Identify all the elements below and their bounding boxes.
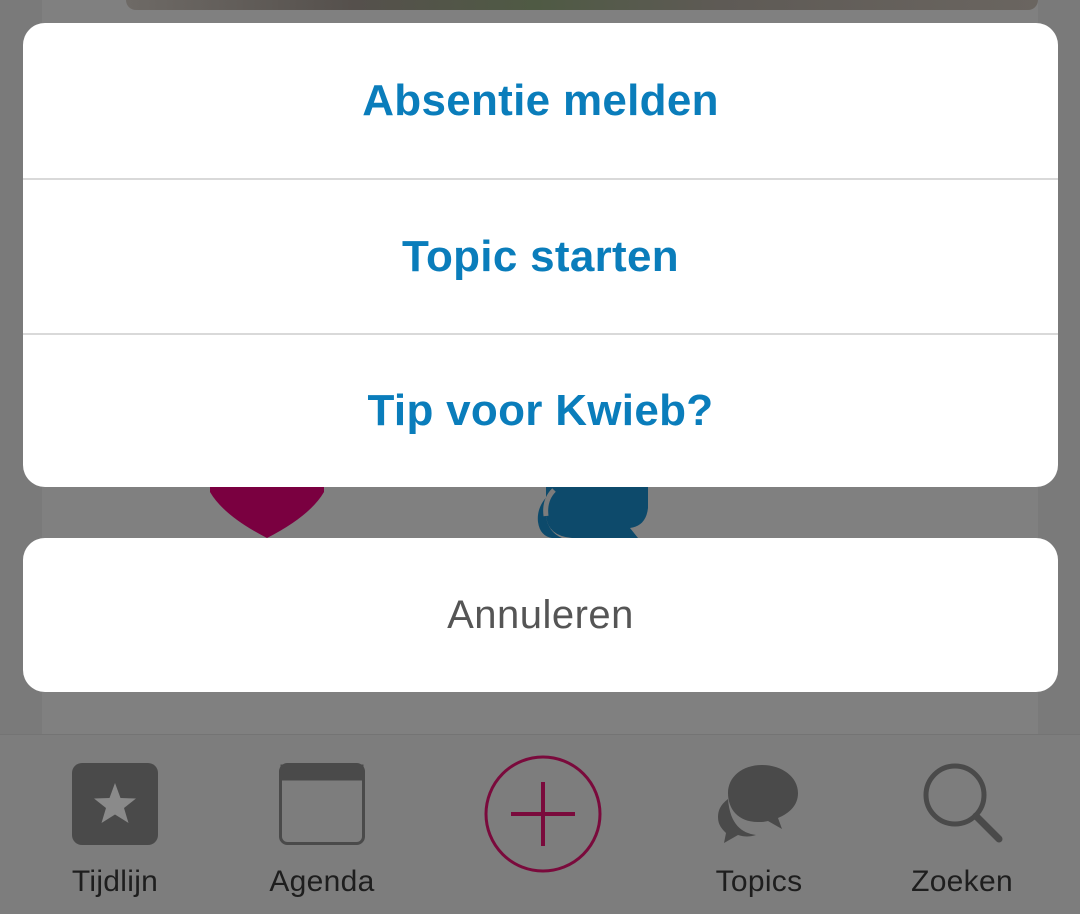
comment-icon bbox=[532, 486, 650, 538]
heart-icon bbox=[210, 486, 324, 538]
tab-topics-label: Topics bbox=[715, 865, 803, 898]
tab-timeline[interactable]: Tijdlijn bbox=[55, 735, 175, 914]
tab-bar: Tijdlijn Agenda Topics Zoeken bbox=[0, 734, 1080, 914]
plus-icon bbox=[484, 755, 602, 873]
calendar-icon bbox=[276, 761, 368, 847]
cancel-label: Annuleren bbox=[447, 592, 634, 637]
background-photo bbox=[126, 0, 1038, 10]
report-absence-label: Absentie melden bbox=[362, 75, 719, 125]
search-icon bbox=[916, 761, 1008, 847]
tab-search-label: Zoeken bbox=[911, 865, 1013, 898]
chat-bubbles-icon bbox=[713, 761, 805, 847]
tab-agenda[interactable]: Agenda bbox=[262, 735, 382, 914]
send-tip-label: Tip voor Kwieb? bbox=[367, 386, 714, 435]
start-topic-button[interactable]: Topic starten bbox=[23, 178, 1058, 333]
tab-timeline-label: Tijdlijn bbox=[71, 865, 159, 898]
cancel-button[interactable]: Annuleren bbox=[23, 538, 1058, 692]
start-topic-label: Topic starten bbox=[402, 231, 679, 281]
add-button[interactable] bbox=[484, 755, 602, 873]
star-icon bbox=[69, 761, 161, 847]
tab-agenda-label: Agenda bbox=[269, 865, 375, 898]
tab-search[interactable]: Zoeken bbox=[902, 735, 1022, 914]
send-tip-button[interactable]: Tip voor Kwieb? bbox=[23, 333, 1058, 487]
tab-topics[interactable]: Topics bbox=[699, 735, 819, 914]
action-sheet: Absentie melden Topic starten Tip voor K… bbox=[23, 23, 1058, 487]
report-absence-button[interactable]: Absentie melden bbox=[23, 23, 1058, 178]
action-sheet-cancel-group: Annuleren bbox=[23, 538, 1058, 692]
